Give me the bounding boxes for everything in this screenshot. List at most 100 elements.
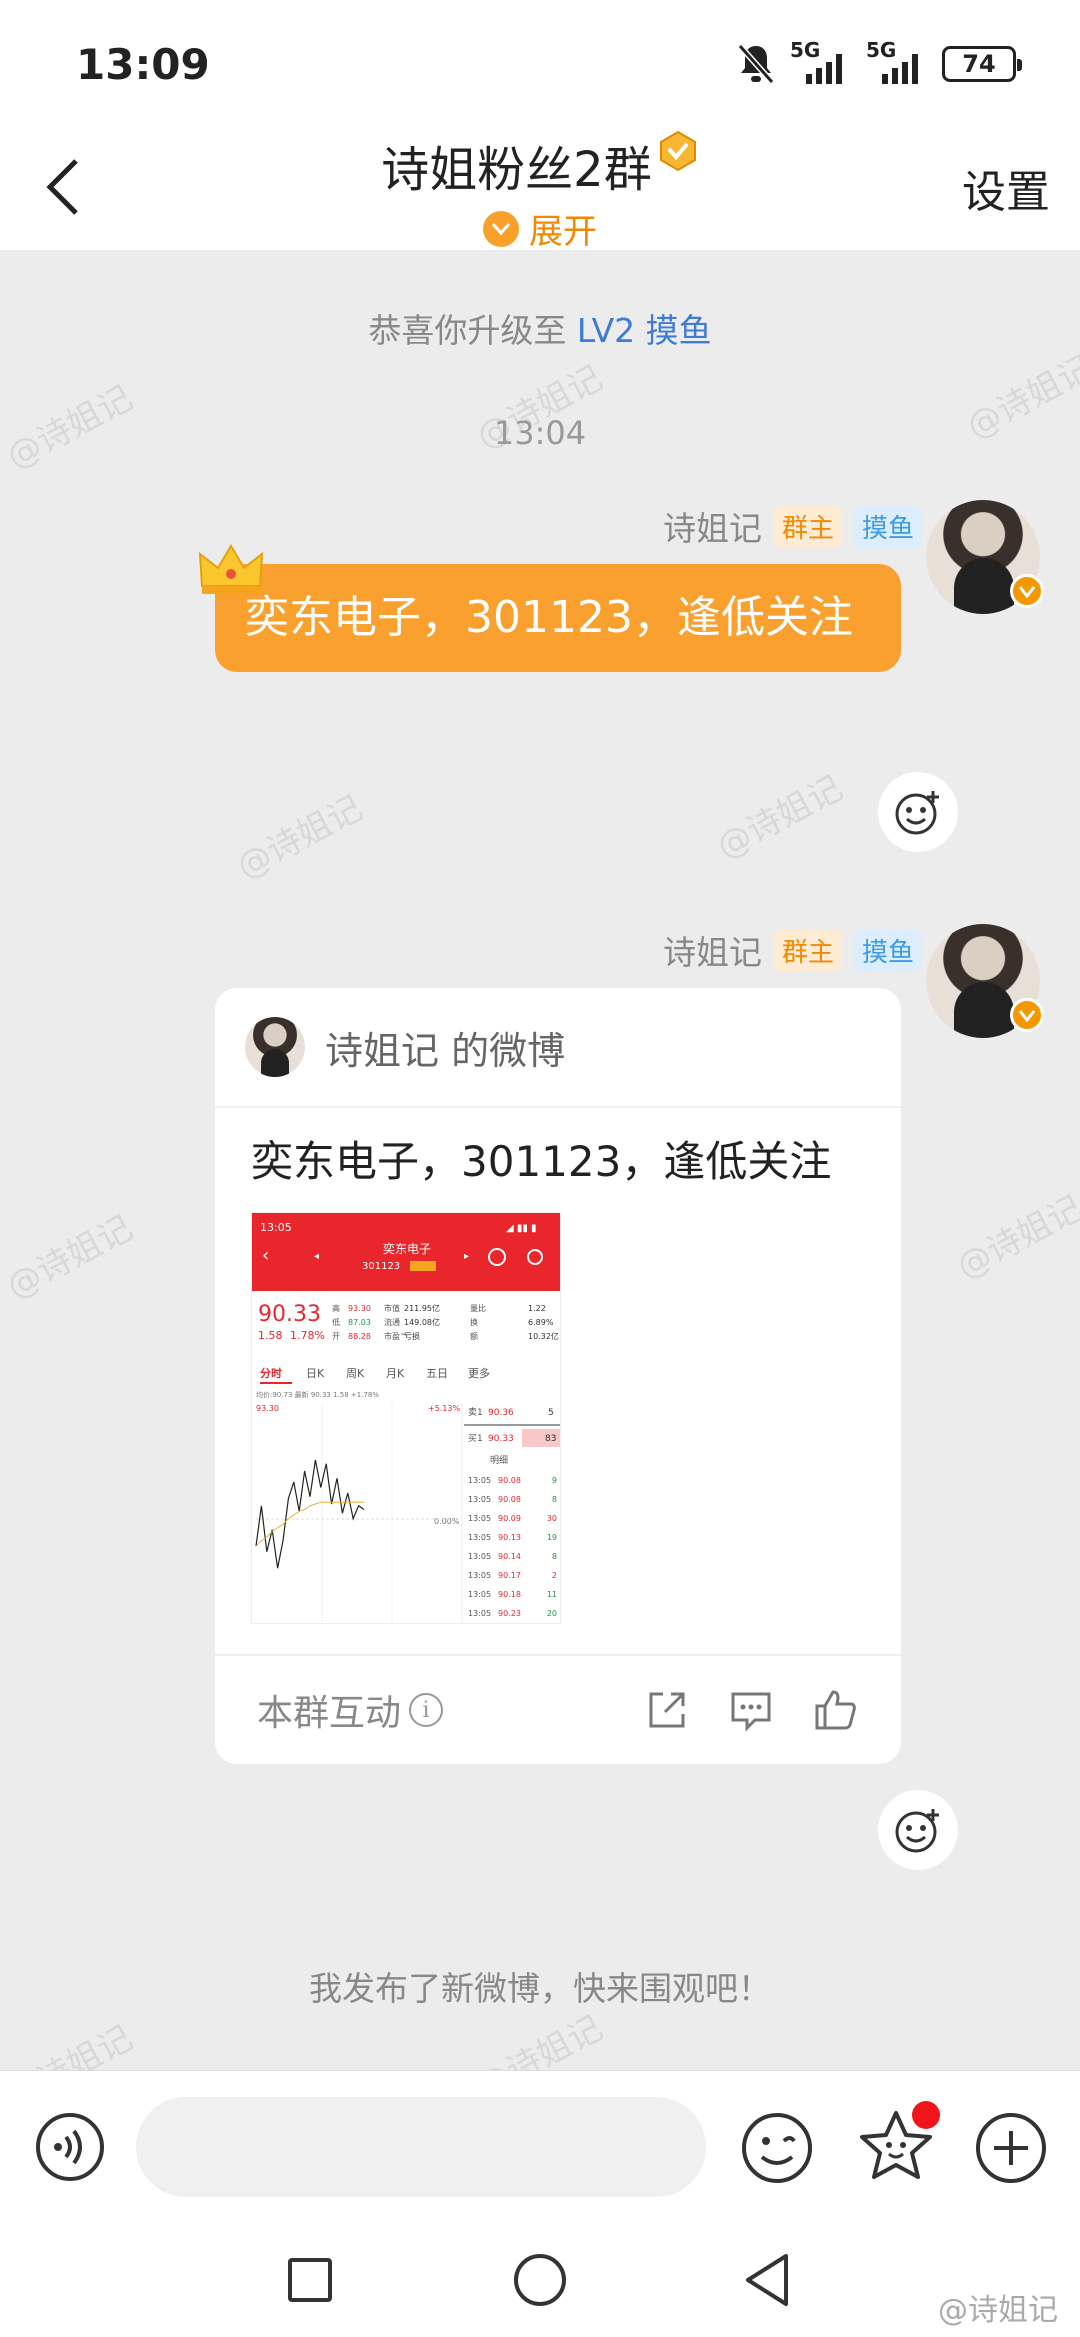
watermark: @诗姐记 — [470, 2008, 610, 2070]
tick-volume: 19 — [547, 1533, 557, 1542]
thumb-time: 13:05 — [260, 1221, 292, 1234]
avatar[interactable] — [926, 500, 1044, 614]
thumb-quote-cell: 换 — [470, 1317, 478, 1327]
chat-area[interactable]: @诗姐记 @诗姐记 @诗姐记 @诗姐记 @诗姐记 @诗姐记 @诗姐记 @诗姐记 … — [0, 250, 1080, 2070]
thumb-tab: 日K — [306, 1367, 325, 1380]
system-nav-bar: @诗姐记 — [0, 2220, 1080, 2337]
thumb-y-top: 93.30 — [256, 1404, 279, 1413]
thumb-tab: 分时 — [260, 1366, 282, 1380]
tick-price: 90.13 — [498, 1533, 521, 1542]
tick-time: 13:05 — [468, 1590, 491, 1599]
group-title[interactable]: 诗姐粉丝2群 — [381, 130, 652, 200]
share-icon[interactable] — [645, 1688, 689, 1732]
watermark: @诗姐记 — [0, 2018, 140, 2070]
svg-text:▸: ▸ — [464, 1251, 469, 1262]
battery-icon: 74 — [942, 46, 1022, 82]
voice-input-button[interactable] — [34, 2111, 106, 2183]
expand-toggle[interactable]: 展开 — [0, 204, 1080, 253]
tick-volume: 20 — [547, 1609, 557, 1618]
tick-time: 13:05 — [468, 1609, 491, 1618]
thumb-stock-name: 奕东电子 — [383, 1241, 431, 1256]
thumb-quote-cell: 211.95亿 — [404, 1303, 440, 1313]
thumb-quote-cell: 1.22 — [528, 1304, 546, 1313]
tick-price: 90.18 — [498, 1590, 521, 1599]
timestamp: 13:04 — [493, 414, 587, 452]
thumb-quote-cell: 高 — [332, 1303, 340, 1313]
level-tag: 摸鱼 — [853, 505, 922, 547]
tick-volume: 8 — [552, 1552, 557, 1561]
tick-volume: 9 — [552, 1476, 557, 1485]
level-tag: 摸鱼 — [853, 929, 922, 971]
message-meta: 诗姐记 群主 摸鱼 — [663, 926, 922, 974]
thumb-quote-cell: 量比 — [470, 1303, 486, 1313]
stock-screenshot-thumbnail[interactable]: 13:05 ◢ ▮▮ ▮ ‹ ◂ 奕东电子 301123 ▸ 90.33 1.5… — [251, 1212, 561, 1624]
tick-time: 13:05 — [468, 1495, 491, 1504]
message-input[interactable] — [136, 2097, 706, 2197]
input-bar — [0, 2070, 1080, 2220]
thumb-quote-cell: 市值 — [384, 1303, 400, 1313]
thumb-quote-cell: 亏损 — [404, 1331, 420, 1341]
tick-volume: 30 — [547, 1514, 557, 1523]
stock-chart: 13:05 ◢ ▮▮ ▮ ‹ ◂ 奕东电子 301123 ▸ 90.33 1.5… — [252, 1213, 560, 1623]
watermark: @诗姐记 — [230, 788, 370, 888]
chevron-down-icon — [483, 210, 519, 247]
add-reaction-button[interactable] — [878, 772, 958, 852]
thumb-tab: 更多 — [468, 1366, 490, 1380]
settings-button[interactable]: 设置 — [962, 156, 1050, 220]
thumb-stock-code: 301123 — [362, 1261, 400, 1272]
weibo-share-card[interactable]: 诗姐记 的微博 奕东电子，301123，逢低关注 13:05 ◢ ▮▮ ▮ ‹ … — [215, 988, 901, 1764]
svg-text:90.33: 90.33 — [488, 1434, 514, 1444]
thumb-quote-cell: 额 — [470, 1331, 478, 1341]
system-post-notice: 我发布了新微博，快来围观吧！ — [309, 1969, 771, 2008]
card-footer: 本群互动 i — [215, 1654, 901, 1764]
emoji-button[interactable] — [740, 2111, 814, 2185]
svg-text:◂: ◂ — [314, 1251, 319, 1262]
like-icon[interactable] — [813, 1688, 857, 1732]
owner-tag: 群主 — [773, 929, 842, 971]
thumb-quote-cell: 149.08亿 — [404, 1317, 440, 1327]
svg-text:83: 83 — [545, 1434, 556, 1444]
tick-price: 90.08 — [498, 1495, 521, 1504]
recent-apps-button[interactable] — [288, 2258, 332, 2302]
corner-watermark: @诗姐记 — [938, 2293, 1058, 2328]
more-button[interactable] — [974, 2111, 1048, 2185]
thumb-y-mid: 0.00% — [434, 1517, 460, 1526]
thumb-quote-cell: 93.30 — [348, 1304, 371, 1313]
signal-5g-icon: 5G — [866, 38, 928, 86]
avatar[interactable] — [926, 924, 1044, 1038]
home-button[interactable] — [514, 2254, 566, 2306]
verified-icon — [1010, 998, 1044, 1032]
crown-icon — [198, 544, 264, 594]
tick-price: 90.17 — [498, 1571, 521, 1580]
level-link[interactable]: LV2 摸鱼 — [577, 311, 712, 350]
watermark: @诗姐记 — [710, 768, 850, 868]
svg-text:90.36: 90.36 — [488, 1408, 514, 1418]
status-icons: 5G 5G 74 — [736, 38, 1022, 86]
thumb-quote-cell: 6.89% — [528, 1318, 554, 1327]
thumb-change-pct: 1.78% — [290, 1329, 325, 1342]
tick-volume: 8 — [552, 1495, 557, 1504]
sender-name[interactable]: 诗姐记 — [663, 926, 762, 974]
info-icon[interactable]: i — [409, 1693, 444, 1727]
tick-time: 13:05 — [468, 1552, 491, 1561]
sender-name[interactable]: 诗姐记 — [663, 502, 762, 550]
message-bubble[interactable]: 奕东电子，301123，逢低关注 — [215, 564, 901, 672]
chat-header: 诗姐粉丝2群 展开 设置 — [0, 130, 1080, 253]
nav-back-button[interactable] — [742, 2252, 792, 2308]
tick-volume: 2 — [552, 1571, 557, 1580]
sticker-button[interactable] — [856, 2101, 940, 2187]
thumb-change: 1.58 — [258, 1329, 283, 1342]
card-text: 奕东电子，301123，逢低关注 — [251, 1137, 832, 1186]
card-avatar — [245, 1017, 305, 1077]
card-source: 诗姐记 的微博 — [325, 1028, 566, 1073]
group-interaction-label[interactable]: 本群互动 — [257, 1684, 401, 1736]
tick-time: 13:05 — [468, 1571, 491, 1580]
tick-price: 90.09 — [498, 1514, 521, 1523]
svg-text:◢ ▮▮ ▮: ◢ ▮▮ ▮ — [506, 1223, 537, 1234]
emoji-plus-icon — [895, 1809, 939, 1853]
comment-icon[interactable] — [729, 1688, 773, 1732]
add-reaction-button[interactable] — [878, 1790, 958, 1870]
emoji-plus-icon — [895, 791, 939, 835]
card-header: 诗姐记 的微博 — [215, 988, 901, 1108]
bell-muted-icon — [737, 44, 775, 84]
